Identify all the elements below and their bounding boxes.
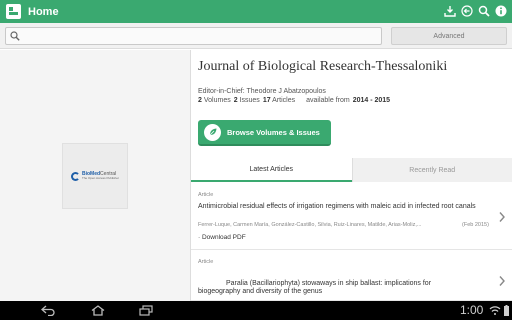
article-title: Paralia (Bacillariophyta) stowaways in s… bbox=[226, 280, 432, 287]
article-date: (Feb 2015) bbox=[462, 222, 489, 228]
nav-home-icon[interactable] bbox=[88, 304, 108, 317]
journal-title: Journal of Biological Research-Thessalon… bbox=[198, 59, 448, 74]
biomed-swirl-icon bbox=[70, 171, 80, 181]
browse-volumes-button[interactable]: Browse Volumes & Issues bbox=[198, 120, 331, 146]
download-pdf-link[interactable]: · Download PDF bbox=[198, 234, 246, 241]
volumes-count: 2 bbox=[198, 97, 202, 104]
status-icons bbox=[489, 305, 509, 316]
action-bar-actions bbox=[443, 4, 508, 18]
back-arrow-icon[interactable] bbox=[460, 4, 474, 18]
app-logo-icon[interactable] bbox=[6, 4, 21, 19]
chevron-right-icon bbox=[499, 276, 505, 286]
article-type: Article bbox=[198, 192, 214, 198]
info-icon[interactable] bbox=[494, 4, 508, 18]
status-time: 1:00 bbox=[460, 303, 484, 317]
wifi-icon bbox=[489, 306, 501, 312]
article-type: Article bbox=[198, 259, 214, 265]
system-navigation-bar: 1:00 bbox=[0, 301, 512, 320]
nav-back-icon[interactable] bbox=[38, 304, 58, 317]
download-icon[interactable] bbox=[443, 4, 457, 18]
search-input[interactable] bbox=[24, 29, 364, 43]
article-title-line-2: biogeography and diversity of the genus bbox=[198, 288, 323, 295]
search-field-icon bbox=[10, 31, 20, 41]
browse-volumes-label: Browse Volumes & Issues bbox=[227, 127, 320, 137]
article-authors: Ferrer-Luque, Carmen María, González-Cas… bbox=[198, 222, 422, 228]
search-box[interactable] bbox=[5, 27, 382, 45]
journal-cover[interactable]: BioMedCentral The Open Access Publisher bbox=[62, 143, 128, 209]
tab-recently-read[interactable]: Recently Read bbox=[351, 158, 512, 182]
list-item[interactable]: Article Paralia (Bacillariophyta) stowaw… bbox=[191, 253, 512, 301]
journal-cover-panel: BioMedCentral The Open Access Publisher bbox=[0, 50, 191, 301]
articles-label: Articles bbox=[272, 97, 296, 104]
journal-stats: 2 Volumes 2 Issues 17 Articles available… bbox=[198, 97, 390, 104]
available-label: available from bbox=[306, 97, 350, 104]
search-icon[interactable] bbox=[477, 4, 491, 18]
article-title: Antimicrobial residual effects of irriga… bbox=[198, 203, 476, 210]
advanced-search-button[interactable]: Advanced bbox=[391, 27, 507, 45]
logo-tagline: The Open Access Publisher bbox=[81, 176, 120, 180]
battery-icon bbox=[504, 306, 509, 316]
action-bar: Home bbox=[0, 0, 512, 23]
search-row: Advanced bbox=[0, 23, 512, 49]
journal-details-panel: Journal of Biological Research-Thessalon… bbox=[191, 50, 512, 301]
issues-label: Issues bbox=[239, 97, 260, 104]
chevron-right-icon bbox=[499, 212, 505, 222]
app-title: Home bbox=[28, 5, 59, 18]
list-item[interactable]: Article Antimicrobial residual effects o… bbox=[191, 186, 512, 250]
available-range: 2014 - 2015 bbox=[352, 97, 391, 104]
articles-count: 17 bbox=[262, 97, 271, 104]
editor-in-chief: Editor-in-Chief: Theodore J Abatzopoulos bbox=[198, 88, 326, 95]
nav-recents-icon[interactable] bbox=[136, 304, 156, 317]
issues-count: 2 bbox=[233, 97, 238, 104]
volumes-label: Volumes bbox=[203, 97, 231, 104]
biomed-central-logo: BioMedCentral The Open Access Publisher bbox=[70, 171, 120, 181]
article-tabs: Latest Articles Recently Read bbox=[191, 158, 512, 182]
tab-latest-articles[interactable]: Latest Articles bbox=[191, 158, 352, 182]
leaf-icon bbox=[204, 123, 221, 141]
